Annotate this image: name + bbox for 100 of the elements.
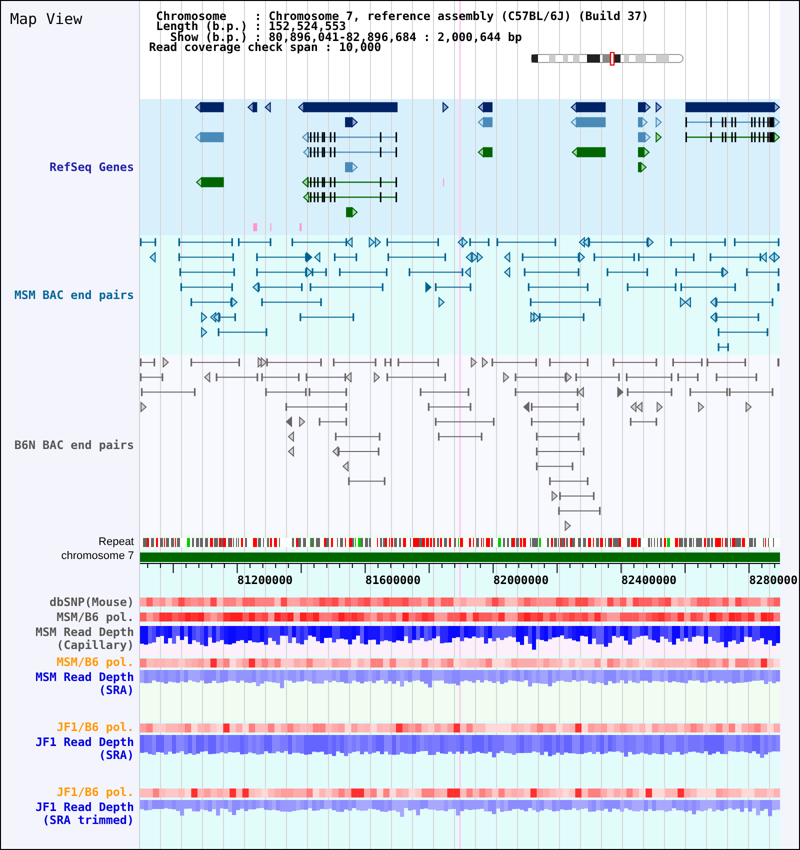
bac-end-marker bbox=[201, 326, 208, 338]
gene-model bbox=[247, 102, 258, 113]
bac-end-marker bbox=[346, 236, 353, 248]
bac-end-pair bbox=[256, 253, 307, 262]
bac-end-pair bbox=[265, 388, 307, 396]
bac-end-pair bbox=[334, 253, 358, 262]
bac-end-pair bbox=[438, 432, 482, 441]
bac-end-pair bbox=[434, 283, 472, 292]
bac-end-pair bbox=[339, 268, 388, 276]
gene-model bbox=[478, 116, 493, 128]
bac-end-pair bbox=[558, 506, 601, 515]
gene-model bbox=[345, 116, 358, 128]
bac-end-marker bbox=[204, 372, 210, 383]
bac-end-pair bbox=[626, 388, 672, 396]
bac-end-pair bbox=[266, 358, 322, 366]
feature-mark bbox=[443, 178, 444, 186]
bac-end-pair bbox=[386, 373, 446, 382]
bac-end-marker bbox=[710, 312, 716, 323]
bac-end-pair bbox=[672, 358, 703, 366]
axis-label: 8280000 bbox=[749, 573, 798, 587]
bac-end-marker bbox=[578, 386, 584, 398]
gene-model bbox=[638, 146, 650, 158]
gene-model bbox=[570, 116, 606, 128]
bac-end-pair bbox=[308, 388, 348, 396]
track-label: JF1/B6 pol. bbox=[56, 786, 134, 799]
track-label: chromosome 7 bbox=[61, 550, 134, 563]
bac-end-pair bbox=[777, 283, 780, 292]
gene-model bbox=[194, 102, 224, 113]
bac-end-pair bbox=[718, 343, 729, 352]
bac-end-marker bbox=[648, 236, 654, 248]
bac-end-pair bbox=[428, 402, 472, 411]
bac-end-marker bbox=[504, 266, 510, 278]
bac-end-pair bbox=[549, 477, 588, 486]
bac-end-pair bbox=[680, 283, 736, 292]
bac-end-pair bbox=[238, 238, 272, 246]
bac-end-marker bbox=[306, 266, 312, 278]
bac-end-marker bbox=[288, 431, 294, 442]
track-label: dbSNP(Mouse) bbox=[50, 596, 134, 609]
info-line: Length (b.p.) : 152,524,553 bbox=[155, 21, 346, 32]
bac-end-pair bbox=[261, 373, 300, 382]
bac-end-marker bbox=[578, 252, 586, 263]
bac-end-marker bbox=[523, 401, 530, 413]
bac-end-pair bbox=[524, 268, 580, 276]
bac-end-pair bbox=[300, 313, 354, 322]
bac-end-pair bbox=[746, 268, 780, 276]
gene-model bbox=[478, 146, 493, 158]
bac-end-pair bbox=[638, 253, 695, 262]
bac-end-marker bbox=[201, 312, 208, 323]
bac-end-marker bbox=[288, 446, 294, 458]
bac-end-pair bbox=[536, 448, 584, 456]
track-label: B6N BAC end pairs bbox=[14, 438, 134, 452]
bac-end-pair bbox=[690, 388, 728, 396]
track-label: MSM Read Depth (SRA) bbox=[34, 671, 134, 697]
bac-end-pair bbox=[261, 298, 322, 306]
axis-label: 81600000 bbox=[365, 573, 421, 587]
gene-model bbox=[442, 102, 449, 113]
bac-end-pair bbox=[514, 373, 566, 382]
bac-end-marker bbox=[286, 416, 292, 428]
axis-label: 81200000 bbox=[237, 573, 293, 587]
bac-end-pair bbox=[716, 373, 758, 382]
bac-end-pair bbox=[256, 268, 307, 276]
bac-end-pair bbox=[530, 298, 601, 306]
bac-end-pair bbox=[670, 238, 726, 246]
axis-label: 82000000 bbox=[493, 573, 549, 587]
bac-end-marker bbox=[760, 252, 767, 263]
bac-end-marker bbox=[299, 416, 306, 428]
bac-end-pair bbox=[530, 402, 578, 411]
track-label: MSM/B6 pol. bbox=[56, 656, 134, 669]
track-label: Repeat bbox=[98, 536, 134, 549]
bac-end-pair bbox=[141, 388, 196, 396]
bac-end-marker bbox=[482, 356, 488, 368]
gene-model bbox=[572, 146, 606, 158]
feature-mark bbox=[253, 223, 258, 232]
gene-model bbox=[638, 132, 651, 143]
bac-end-pair bbox=[716, 313, 760, 322]
bac-end-marker bbox=[710, 296, 716, 308]
bac-end-marker bbox=[503, 372, 510, 383]
bac-end-marker bbox=[698, 401, 704, 413]
bac-end-pair bbox=[612, 358, 658, 366]
gene-model bbox=[478, 102, 493, 113]
bac-end-pair bbox=[588, 238, 648, 246]
bac-end-pair bbox=[408, 268, 464, 276]
bac-end-pair bbox=[626, 373, 672, 382]
bac-end-pair bbox=[348, 477, 386, 486]
bac-end-pair bbox=[398, 358, 439, 366]
bac-end-marker bbox=[504, 252, 510, 263]
gene-model bbox=[656, 116, 662, 128]
bac-end-pair bbox=[285, 402, 348, 411]
bac-end-marker bbox=[231, 296, 238, 308]
bac-end-pair bbox=[140, 358, 156, 366]
gene-model bbox=[638, 102, 651, 113]
bac-end-pair bbox=[559, 492, 595, 500]
bac-end-marker bbox=[314, 252, 320, 263]
gene-model bbox=[264, 102, 271, 113]
bac-end-pair bbox=[180, 283, 233, 292]
bac-end-pair bbox=[530, 418, 584, 426]
bac-end-marker bbox=[566, 372, 572, 383]
page-title: Map View bbox=[10, 10, 82, 28]
bac-end-pair bbox=[178, 238, 233, 246]
bac-end-pair bbox=[469, 238, 490, 246]
